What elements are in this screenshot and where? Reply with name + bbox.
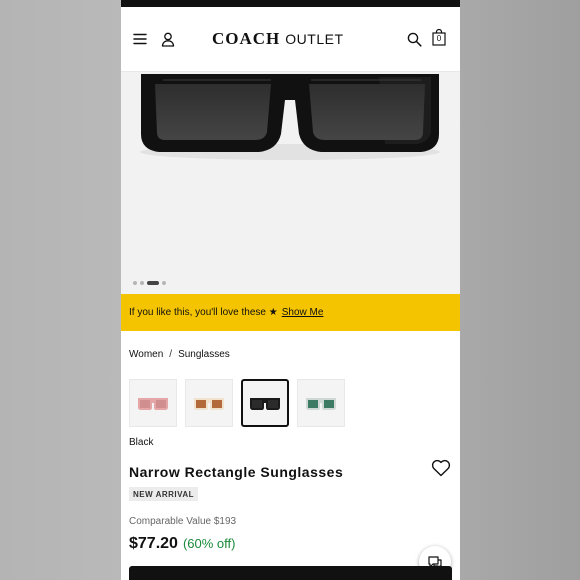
- user-icon[interactable]: [159, 30, 177, 48]
- carousel-dot[interactable]: [133, 281, 137, 285]
- breadcrumb-separator: /: [169, 349, 173, 360]
- status-bar: [121, 0, 460, 7]
- carousel-indicators[interactable]: [133, 281, 166, 285]
- menu-icon[interactable]: [131, 30, 149, 48]
- color-swatches: [129, 379, 345, 427]
- recommendation-banner: If you like this, you'll love these ★ Sh…: [121, 294, 460, 331]
- phone-screen: COACH OUTLET 0 If you like this, you'll …: [121, 0, 460, 580]
- logo-suffix-text: OUTLET: [285, 31, 344, 47]
- carousel-dot[interactable]: [162, 281, 166, 285]
- comparable-value: Comparable Value $193: [129, 516, 237, 527]
- product-image-gallery[interactable]: [121, 72, 460, 294]
- breadcrumb-women[interactable]: Women: [129, 349, 163, 360]
- bag-icon[interactable]: 0: [432, 29, 450, 49]
- banner-text: If you like this, you'll love these ★: [129, 307, 278, 318]
- breadcrumb-sunglasses[interactable]: Sunglasses: [178, 349, 230, 360]
- swatch-tan[interactable]: [185, 379, 233, 427]
- logo-brand-text: COACH: [212, 29, 281, 48]
- swatch-green[interactable]: [297, 379, 345, 427]
- product-image: [140, 74, 440, 160]
- selected-color-label: Black: [129, 437, 154, 448]
- heart-icon[interactable]: [431, 459, 451, 477]
- background-right: [460, 0, 580, 580]
- search-icon[interactable]: [405, 30, 423, 48]
- carousel-dot[interactable]: [140, 281, 144, 285]
- background-left: [0, 0, 121, 580]
- swatch-black[interactable]: [241, 379, 289, 427]
- carousel-dot-active[interactable]: [147, 281, 159, 285]
- brand-logo[interactable]: COACH OUTLET: [212, 29, 344, 49]
- bag-count: 0: [436, 34, 442, 43]
- price-row: $77.20 (60% off): [129, 535, 235, 553]
- breadcrumb: Women / Sunglasses: [129, 349, 230, 360]
- new-arrival-badge: NEW ARRIVAL: [129, 487, 199, 501]
- product-title: Narrow Rectangle Sunglasses: [129, 464, 344, 480]
- add-to-bag-button[interactable]: [129, 566, 452, 580]
- discount-percent: (60% off): [182, 536, 236, 551]
- site-header: COACH OUTLET 0: [121, 7, 460, 72]
- swatch-pink[interactable]: [129, 379, 177, 427]
- sale-price: $77.20: [129, 535, 178, 552]
- show-me-link[interactable]: Show Me: [282, 307, 324, 318]
